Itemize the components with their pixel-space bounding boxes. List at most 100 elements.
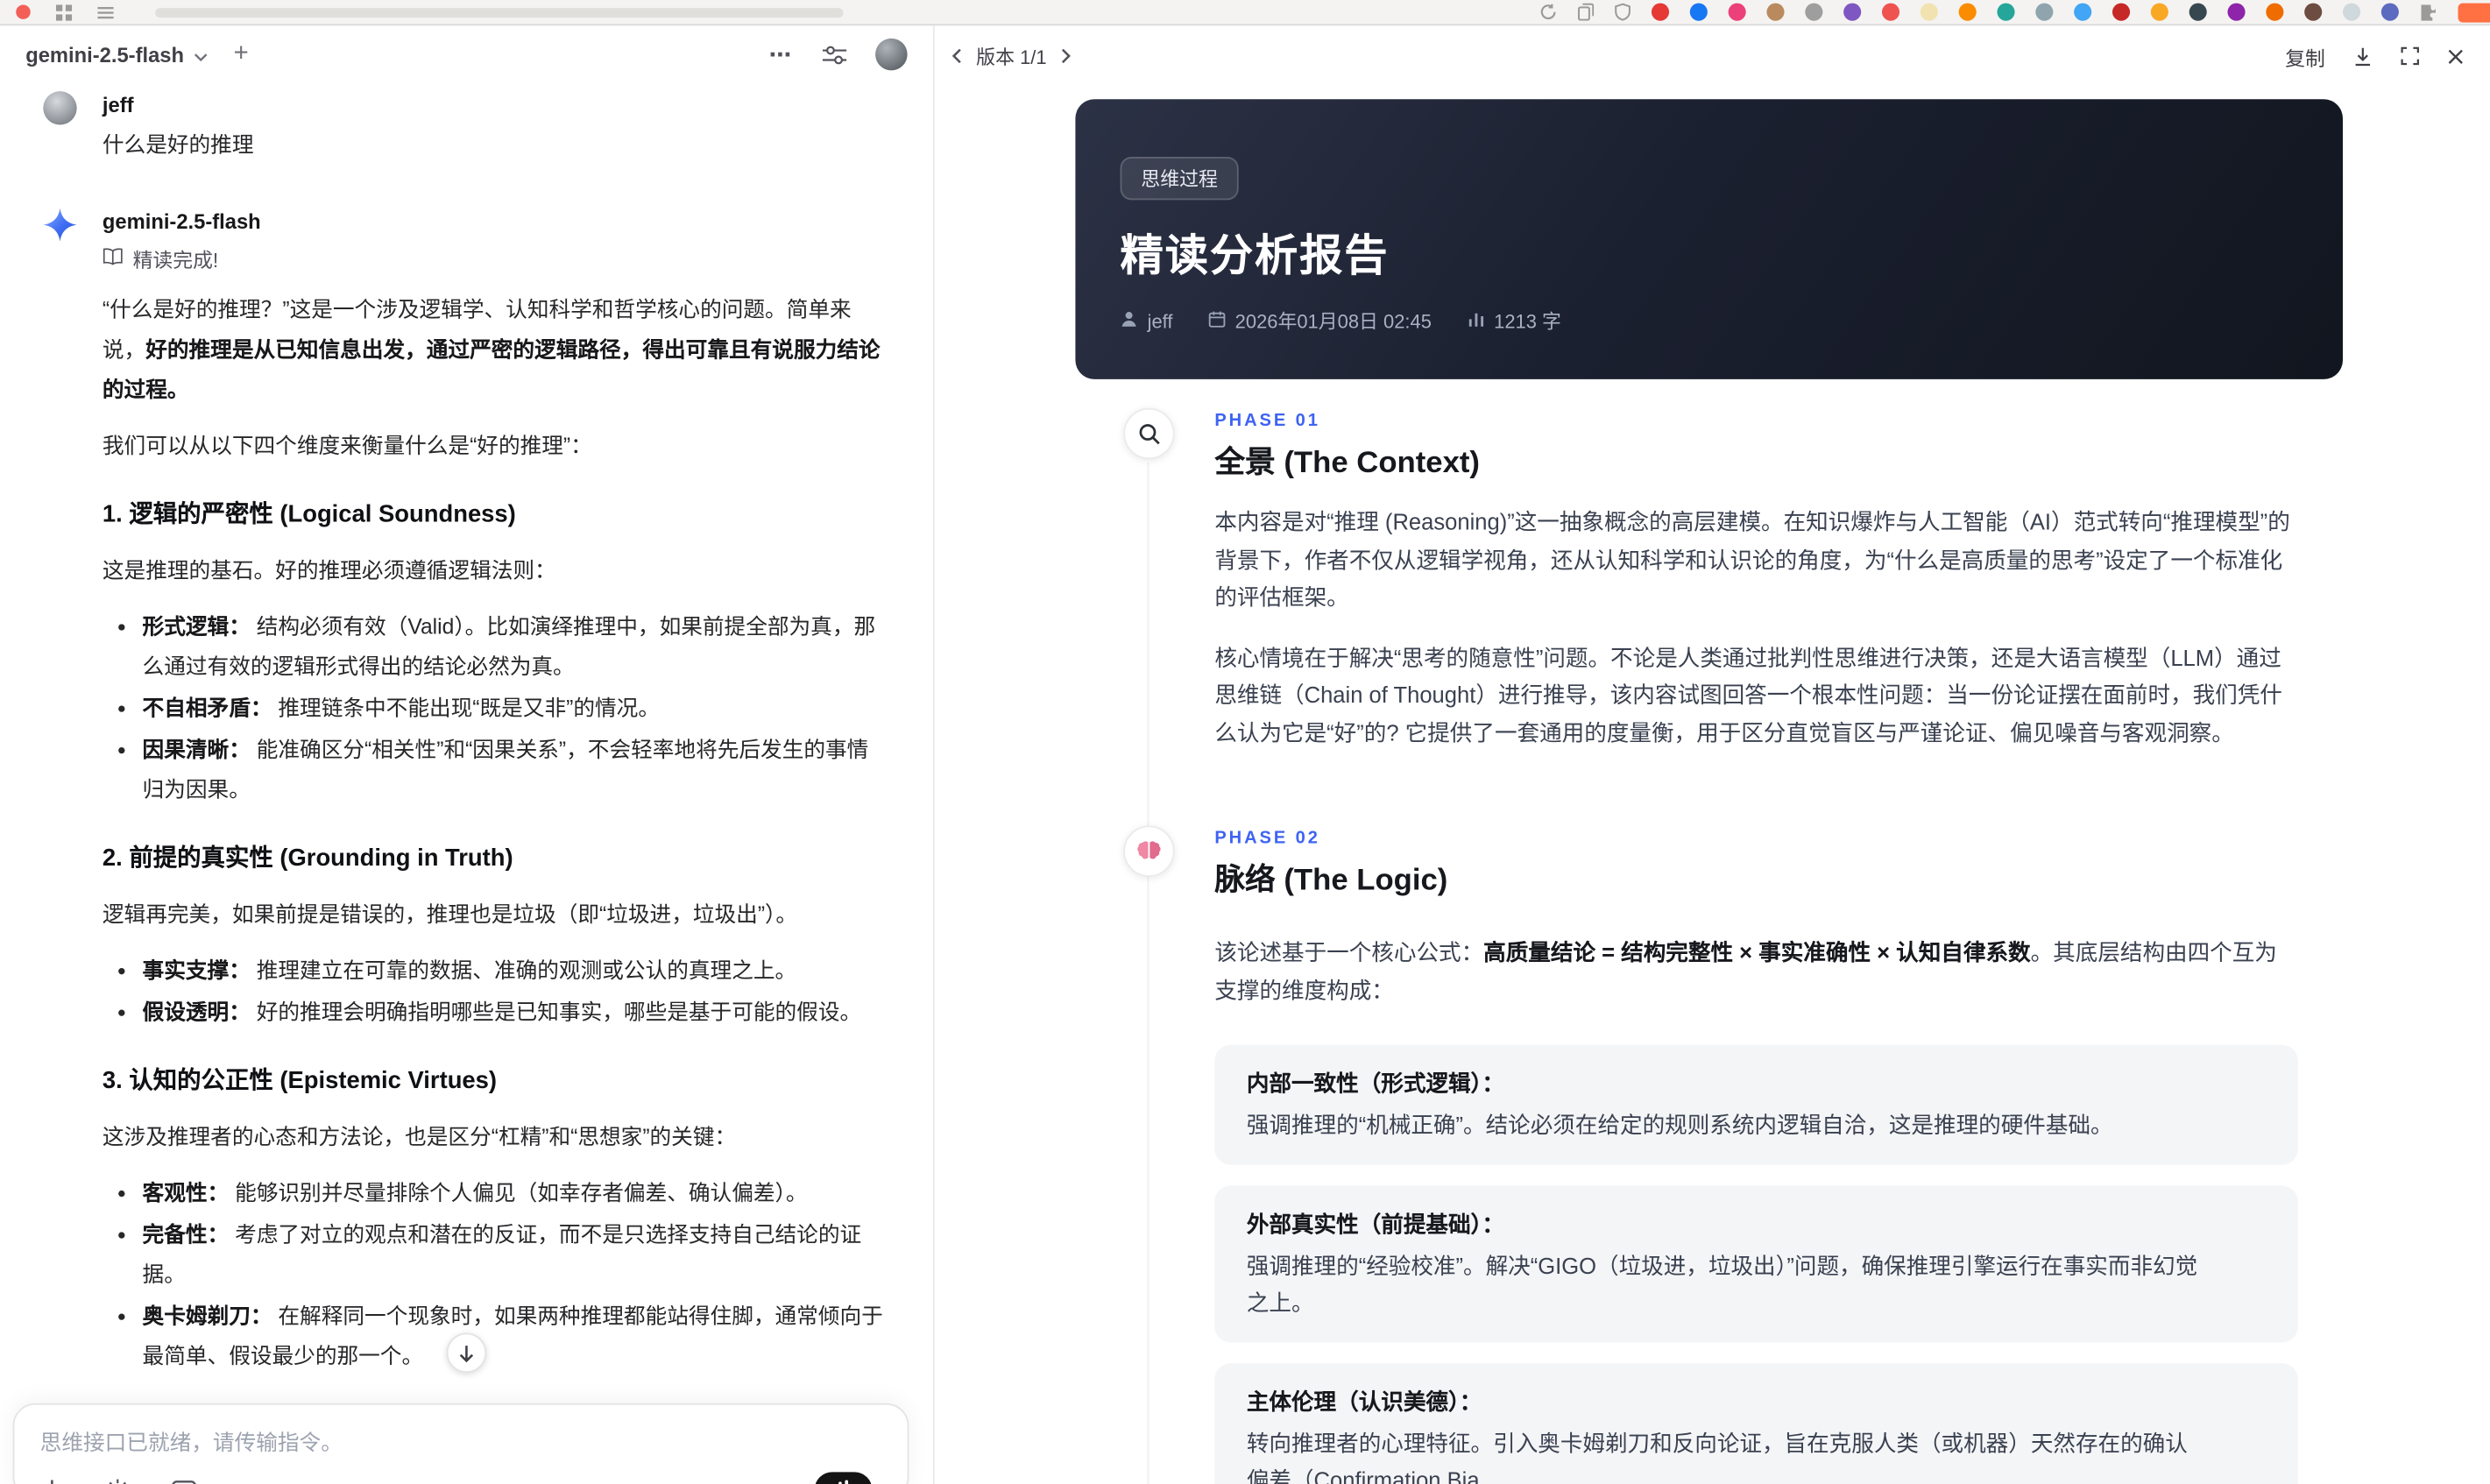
app-window: gemini-2.5-flash + ⋯ jeff 什么是好的推理 gemini… <box>0 0 2490 1484</box>
section-lead: 逻辑再完美，如果前提是错误的，推理也是垃圾（即“垃圾进，垃圾出”）。 <box>102 902 798 927</box>
user-avatar[interactable] <box>875 38 908 71</box>
report-title: 精读分析报告 <box>1120 231 1390 280</box>
jeff-avatar <box>43 91 77 125</box>
extension-icon[interactable] <box>1958 3 1977 21</box>
extension-icon[interactable] <box>1651 3 1670 21</box>
phase-section-2: PHASE 02 脉络 (The Logic) 该论述基于一个核心公式：高质量结… <box>1075 825 2343 1484</box>
more-options-button[interactable]: ⋯ <box>769 41 794 68</box>
scroll-to-bottom-button[interactable] <box>446 1332 487 1374</box>
extension-icon[interactable] <box>1689 3 1708 21</box>
extension-icon[interactable] <box>1805 3 1823 21</box>
section-heading: 3. 认知的公正性 (Epistemic Virtues) <box>102 1067 498 1095</box>
list-item: 完备性： 考虑了对立的观点和潜在的反证，而不是只选择支持自己结论的证据。 <box>143 1214 884 1294</box>
section-heading: 2. 前提的真实性 (Grounding in Truth) <box>102 844 513 873</box>
extension-icon[interactable] <box>1997 3 2015 21</box>
dimension-card-2: 外部真实性（前提基础）： 强调推理的“经验校准”。解决“GIGO（垃圾进，垃圾出… <box>1214 1185 2298 1343</box>
list-item: 事实支撑： 推理建立在可靠的数据、准确的观测或公认的真理之上。 <box>143 950 884 991</box>
screenshot-button[interactable] <box>171 1480 196 1484</box>
extension-icon[interactable] <box>2074 3 2092 21</box>
expand-button[interactable] <box>2401 46 2420 66</box>
section-heading: 1. 逻辑的严密性 (Logical Soundness) <box>102 500 516 528</box>
person-icon <box>1121 309 1138 332</box>
settings-sliders-button[interactable] <box>822 44 847 65</box>
version-prev-button[interactable] <box>951 48 962 64</box>
report-badge: 思维过程 <box>1120 156 1239 201</box>
extension-icon[interactable] <box>2150 3 2168 21</box>
assistant-message-body: “什么是好的推理？”这是一个涉及逻辑学、认知科学和哲学核心的问题。简单来说，好的… <box>103 290 883 1484</box>
phase-title: 全景 (The Context) <box>1214 446 1480 480</box>
extension-icon[interactable] <box>2304 3 2323 21</box>
paragraph: 我们可以从以下四个维度来衡量什么是“好的推理”： <box>102 433 592 458</box>
extension-icon[interactable] <box>1728 3 1746 21</box>
new-chat-button[interactable]: + <box>234 40 249 69</box>
user-message-text: 什么是好的推理 <box>102 132 254 157</box>
paragraph: 核心情境在于解决“思考的随意性”问题。不论是人类通过批判性思维进行决策，还是大语… <box>1214 644 2282 746</box>
chevron-down-icon <box>194 42 208 66</box>
download-button[interactable] <box>2352 46 2373 67</box>
report-hero-card: 思维过程 精读分析报告 jeff 2026年01月08日 02:45 1213 … <box>1075 99 2343 379</box>
card-text: 强调推理的“机械正确”。结论必须在给定的规则系统内逻辑自洽，这是推理的硬件基础。 <box>1246 1112 2113 1138</box>
magnifier-icon <box>1123 407 1175 460</box>
list-item: 奥卡姆剃刀： 在解释同一个现象时，如果两种推理都能站得住脚，通常倾向于最简单、假… <box>143 1296 884 1375</box>
copy-page-icon[interactable] <box>1578 3 1595 21</box>
list-item: 客观性： 能够识别并尽量排除个人偏见（如幸存者偏差、确认偏差）。 <box>143 1173 884 1213</box>
apps-grid-icon[interactable] <box>55 4 73 20</box>
section-lead: 这涉及推理者的心态和方法论，也是区分“杠精”和“思想家”的关键： <box>102 1125 737 1149</box>
refresh-icon[interactable] <box>1539 4 1557 21</box>
paragraph: 该论述基于一个核心公式：高质量结论 = 结构完整性 × 事实准确性 × 认知自律… <box>1214 939 2277 1003</box>
sender-name: gemini-2.5-flash <box>102 209 261 234</box>
extension-icon[interactable] <box>2227 3 2246 21</box>
card-text: 转向推理者的心理特征。引入奥卡姆剃刀和反向论证，旨在克服人类（或机器）天然存在的… <box>1246 1430 2188 1484</box>
extension-icon[interactable] <box>1881 3 1900 21</box>
model-name: gemini-2.5-flash <box>25 42 184 67</box>
copy-button[interactable]: 复制 <box>2285 41 2325 72</box>
date-meta: 2026年01月08日 02:45 <box>1208 307 1432 335</box>
extension-icon[interactable] <box>2342 3 2361 21</box>
version-next-button[interactable] <box>1061 48 1072 64</box>
extension-icon[interactable] <box>1843 3 1862 21</box>
word-count-meta: 1213 字 <box>1467 307 1561 335</box>
extension-icon[interactable] <box>1766 3 1785 21</box>
extension-icon[interactable] <box>2266 3 2284 21</box>
list-icon[interactable] <box>97 4 114 20</box>
bullet-list: 形式逻辑： 结构必须有效（Valid）。比如演绎推理中，如果前提全部为真，那么通… <box>103 606 883 809</box>
report-meta: jeff 2026年01月08日 02:45 1213 字 <box>1121 307 2298 335</box>
brain-icon <box>1123 825 1175 877</box>
book-icon <box>103 247 124 270</box>
extension-icon[interactable] <box>2035 3 2054 21</box>
phase-label: PHASE 02 <box>1214 829 1320 849</box>
dimension-card-1: 内部一致性（形式逻辑）： 强调推理的“机械正确”。结论必须在给定的规则系统内逻辑… <box>1214 1044 2298 1165</box>
phase-label: PHASE 01 <box>1214 411 1320 431</box>
panel-divider <box>932 25 935 1484</box>
message-composer[interactable]: 思维接口已就绪，请传输指令。 <box>12 1403 909 1484</box>
calendar-icon <box>1208 309 1226 332</box>
user-message: jeff 什么是好的推理 <box>0 89 933 165</box>
voice-input-button[interactable] <box>814 1472 873 1484</box>
card-title: 主体伦理（认识美德）： <box>1246 1389 1482 1415</box>
bullet-list: 事实支撑： 推理建立在可靠的数据、准确的观测或公认的真理之上。 假设透明： 好的… <box>103 950 883 1032</box>
chat-transcript[interactable]: jeff 什么是好的推理 gemini-2.5-flash 精读完成! “什么是… <box>0 83 933 1484</box>
list-item: 假设透明： 好的推理会明确指明哪些是已知事实，哪些是基于可能的假设。 <box>143 992 884 1032</box>
composer-toolbar <box>40 1472 882 1484</box>
extension-icon[interactable] <box>1920 3 1938 21</box>
gemini-logo-icon <box>43 208 77 242</box>
model-selector[interactable]: gemini-2.5-flash <box>25 42 208 67</box>
extension-icon[interactable] <box>2112 3 2131 21</box>
composer-input[interactable]: 思维接口已就绪，请传输指令。 <box>40 1424 882 1457</box>
browser-profile-chip[interactable] <box>2458 2 2490 22</box>
traffic-light-red-icon[interactable] <box>16 4 31 19</box>
puzzle-icon[interactable] <box>2420 4 2437 21</box>
phase-title: 脉络 (The Logic) <box>1214 864 1448 898</box>
tools-button[interactable] <box>106 1478 130 1484</box>
extension-icon[interactable] <box>2189 3 2207 21</box>
card-text: 强调推理的“经验校准”。解决“GIGO（垃圾进，垃圾出）”问题，确保推理引擎运行… <box>1246 1253 2198 1316</box>
close-button[interactable] <box>2447 47 2465 65</box>
section-lead: 这是推理的基石。好的推理必须遵循逻辑法则： <box>102 558 556 583</box>
bullet-list: 客观性： 能够识别并尽量排除个人偏见（如幸存者偏差、确认偏差）。 完备性： 考虑… <box>103 1173 883 1376</box>
attach-button[interactable] <box>40 1478 64 1484</box>
list-item: 形式逻辑： 结构必须有效（Valid）。比如演绎推理中，如果前提全部为真，那么通… <box>143 606 884 686</box>
list-item: 不自相矛盾： 推理链条中不能出现“既是又非”的情况。 <box>143 688 884 728</box>
address-text-blurred <box>155 7 844 18</box>
extension-icon[interactable] <box>2380 3 2399 21</box>
shield-icon[interactable] <box>1615 3 1631 21</box>
